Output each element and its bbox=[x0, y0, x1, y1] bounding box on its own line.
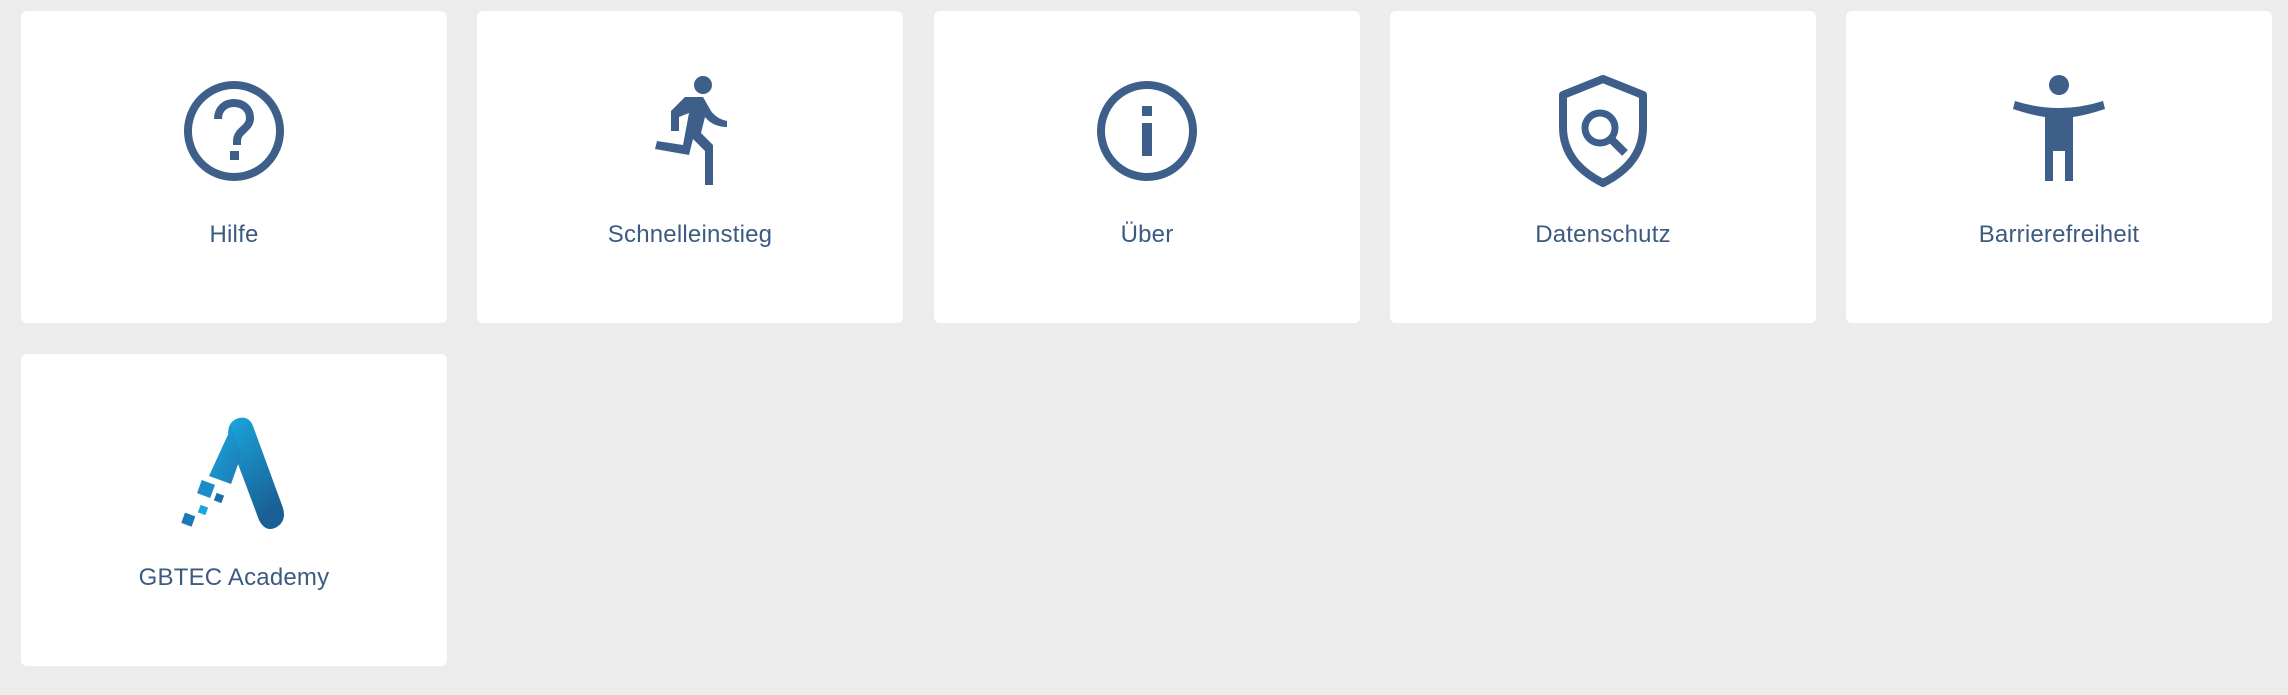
info-circle-icon bbox=[1092, 71, 1202, 191]
tile-label: Barrierefreiheit bbox=[1978, 221, 2140, 248]
tile-hilfe[interactable]: Hilfe bbox=[21, 11, 447, 323]
gbtec-academy-logo-icon bbox=[179, 414, 289, 534]
tile-label: GBTEC Academy bbox=[138, 564, 330, 591]
tile-ueber[interactable]: Über bbox=[934, 11, 1360, 323]
help-circle-icon bbox=[179, 71, 289, 191]
tile-datenschutz[interactable]: Datenschutz bbox=[1390, 11, 1816, 323]
tile-barrierefreiheit[interactable]: Barrierefreiheit bbox=[1846, 11, 2272, 323]
accessibility-icon bbox=[2004, 71, 2114, 191]
running-person-icon bbox=[635, 71, 745, 191]
shield-search-icon bbox=[1548, 71, 1658, 191]
tile-label: Schnelleinstieg bbox=[607, 221, 773, 248]
tile-schnelleinstieg[interactable]: Schnelleinstieg bbox=[477, 11, 903, 323]
tile-label: Über bbox=[1120, 221, 1174, 248]
tile-label: Datenschutz bbox=[1535, 221, 1671, 248]
tile-grid: Hilfe Schnelleinstieg Über Datenschutz B… bbox=[0, 0, 2288, 695]
tile-label: Hilfe bbox=[209, 221, 259, 248]
tile-gbtec-academy[interactable]: GBTEC Academy bbox=[21, 354, 447, 666]
